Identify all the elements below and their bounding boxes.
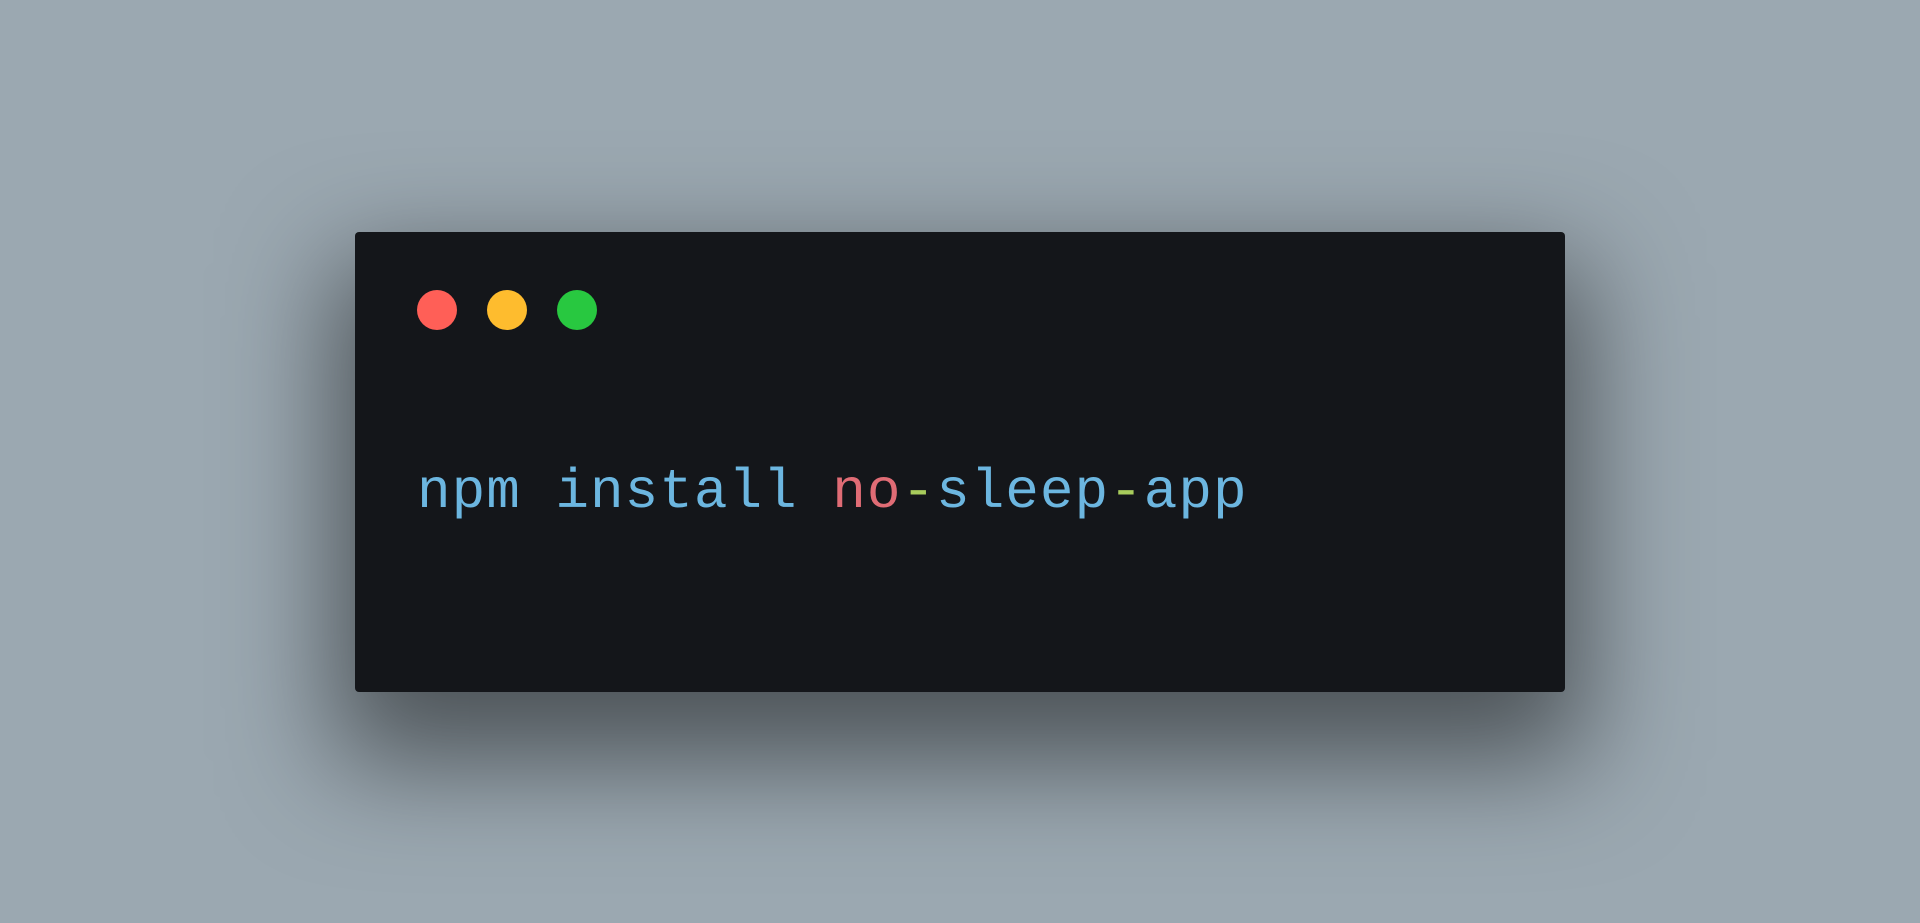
minimize-icon[interactable] [487, 290, 527, 330]
command-keyword: no [832, 460, 901, 524]
close-icon[interactable] [417, 290, 457, 330]
command-text: app [1144, 460, 1248, 524]
command-dash: - [901, 460, 936, 524]
maximize-icon[interactable] [557, 290, 597, 330]
command-text: sleep [936, 460, 1109, 524]
command-text: npm install [417, 460, 832, 524]
traffic-lights [417, 290, 1503, 330]
terminal-window: npm install no-sleep-app [355, 232, 1565, 692]
terminal-command-line: npm install no-sleep-app [417, 460, 1503, 524]
command-dash: - [1109, 460, 1144, 524]
